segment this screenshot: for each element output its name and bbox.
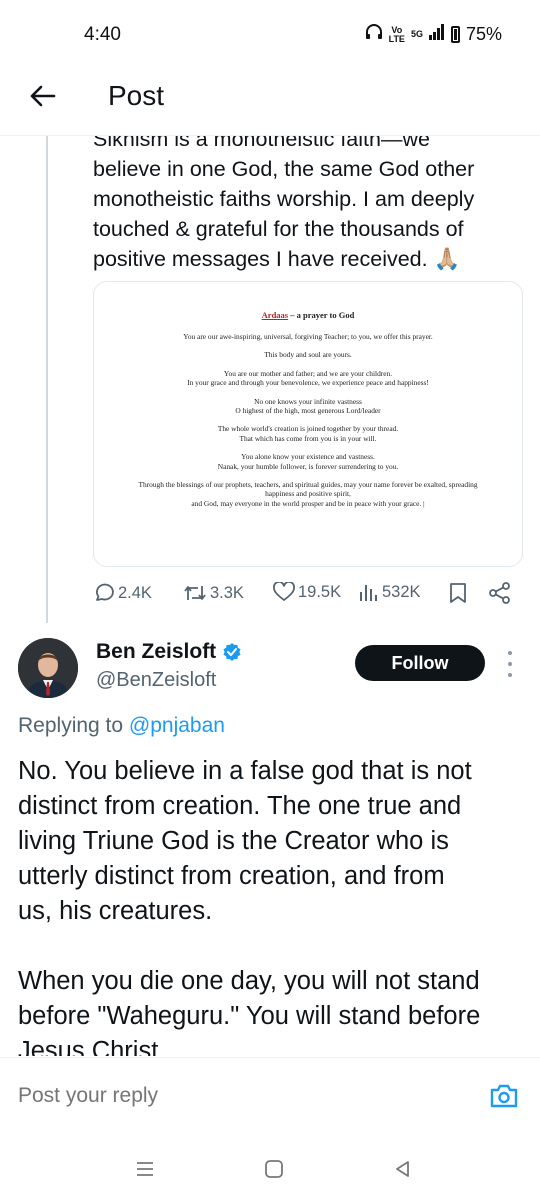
- page-title: Post: [108, 80, 165, 111]
- doc-line: O highest of the high, most generous Lor…: [235, 406, 381, 416]
- post-action-bar: 2.4K 3.3K 19.5K 532K: [93, 582, 523, 606]
- doc-line: You are our awe-inspiring, universal, fo…: [183, 332, 433, 341]
- doc-paragraph: This body and soul are yours.: [112, 350, 504, 359]
- doc-paragraph: The whole world's creation is joined tog…: [112, 424, 504, 443]
- reply-line: before "Waheguru." You will stand before: [18, 1002, 481, 1030]
- views-button[interactable]: 532K: [359, 582, 421, 602]
- reply-line: When you die one day, you will not stand: [18, 967, 480, 995]
- user-handle[interactable]: @BenZeisloft: [96, 669, 216, 692]
- system-nav-bar: [0, 1140, 540, 1199]
- more-options-icon[interactable]: [502, 651, 518, 677]
- post-line: positive messages I have received. 🙏🏼: [93, 247, 461, 271]
- doc-line: and God, may everyone in the world prosp…: [191, 498, 425, 508]
- arrow-left-icon: [30, 85, 56, 107]
- replying-to: Replying to @pnjaban: [18, 714, 225, 738]
- doc-paragraph: Through the blessings of our prophets, t…: [112, 480, 504, 508]
- replying-to-mention[interactable]: @pnjaban: [129, 714, 225, 737]
- avatar[interactable]: [18, 638, 78, 698]
- status-icons: Vo LTE 5G 75%: [365, 24, 502, 45]
- doc-line: This body and soul are yours.: [264, 350, 352, 360]
- home-square-icon: [265, 1160, 283, 1178]
- like-button[interactable]: 19.5K: [273, 582, 341, 602]
- volte-label: Vo LTE: [388, 24, 405, 44]
- reply-button[interactable]: 2.4K: [93, 582, 152, 604]
- prayer-document: Ardaas – a prayer to God You are our awe…: [94, 282, 522, 508]
- home-button[interactable]: [259, 1154, 289, 1184]
- document-title: Ardaas – a prayer to God: [261, 310, 355, 320]
- camera-icon: [490, 1084, 518, 1108]
- headphones-icon: [365, 24, 383, 45]
- composer-divider: [0, 1057, 540, 1058]
- battery-icon: [450, 26, 460, 43]
- battery-percent: 75%: [465, 24, 502, 44]
- reply-count: 2.4K: [118, 583, 152, 602]
- display-name-text: Ben Zeisloft: [96, 640, 217, 663]
- doc-line: You are our mother and father; and we ar…: [223, 368, 393, 378]
- share-button[interactable]: [489, 582, 511, 604]
- original-post-clip: Sikhism is a monotheistic faith—we belie…: [0, 136, 540, 286]
- doc-line: No one knows your infinite vastness: [254, 396, 362, 406]
- camera-button[interactable]: [486, 1080, 522, 1112]
- repost-button[interactable]: 3.3K: [183, 582, 244, 604]
- status-time: 4:40: [84, 24, 121, 45]
- menu-icon: [137, 1162, 153, 1176]
- display-name[interactable]: Ben Zeisloft: [96, 640, 242, 664]
- reply-line: us, his creatures.: [18, 897, 213, 925]
- profile-photo: [18, 638, 78, 698]
- doc-line: You alone know your existence and vastne…: [241, 452, 375, 462]
- original-post-text: Sikhism is a monotheistic faith—we belie…: [93, 136, 523, 274]
- doc-paragraph: No one knows your infinite vastness O hi…: [112, 397, 504, 416]
- heart-icon: [273, 582, 295, 601]
- share-icon: [489, 582, 510, 604]
- post-line: monotheistic faiths worship. I am deeply: [93, 187, 475, 211]
- bookmark-icon: [450, 583, 466, 603]
- reply-line: utterly distinct from creation, and from: [18, 862, 445, 890]
- view-count: 532K: [382, 582, 421, 601]
- reply-input[interactable]: [18, 1084, 418, 1108]
- recent-apps-button[interactable]: [130, 1154, 160, 1184]
- replying-prefix: Replying to: [18, 714, 129, 737]
- signal-icon: [428, 24, 445, 45]
- reply-post-text: No. You believe in a false god that is n…: [18, 754, 528, 1056]
- doc-line: Through the blessings of our prophets, t…: [138, 480, 478, 490]
- doc-line: That which has come from you is in your …: [239, 433, 377, 443]
- system-back-button[interactable]: [388, 1154, 418, 1184]
- post-line: believe in one God, the same God other: [93, 157, 475, 181]
- repost-icon: [184, 586, 206, 600]
- like-count: 19.5K: [298, 582, 342, 601]
- doc-line: The whole world's creation is joined tog…: [217, 424, 399, 434]
- doc-line: happiness and positive spirit,: [265, 489, 351, 499]
- post-image[interactable]: Ardaas – a prayer to God You are our awe…: [93, 281, 523, 567]
- doc-paragraph: You are our mother and father; and we ar…: [112, 369, 504, 388]
- verified-badge-icon: [223, 643, 241, 661]
- views-icon: [360, 585, 377, 601]
- reply-line: Jesus Christ.: [18, 1037, 166, 1056]
- reply-line: living Triune God is the Creator who is: [18, 827, 449, 855]
- doc-paragraph: You are our awe-inspiring, universal, fo…: [112, 332, 504, 341]
- doc-paragraph: You alone know your existence and vastne…: [112, 452, 504, 471]
- reply-line: distinct from creation. The one true and: [18, 792, 462, 820]
- follow-button[interactable]: Follow: [355, 645, 485, 681]
- post-line: touched & grateful for the thousands of: [93, 217, 464, 241]
- doc-line: Nanak, your humble follower, is forever …: [217, 461, 399, 471]
- reply-icon: [96, 583, 114, 601]
- repost-count: 3.3K: [210, 583, 244, 602]
- doc-line: In your grace and through your benevolen…: [187, 378, 429, 388]
- back-triangle-icon: [396, 1161, 409, 1177]
- post-line: Sikhism is a monotheistic faith—we: [93, 136, 430, 151]
- back-button[interactable]: [24, 78, 60, 114]
- network-label: 5G: [410, 29, 423, 39]
- reply-line: No. You believe in a false god that is n…: [18, 757, 472, 785]
- bookmark-button[interactable]: [449, 582, 467, 604]
